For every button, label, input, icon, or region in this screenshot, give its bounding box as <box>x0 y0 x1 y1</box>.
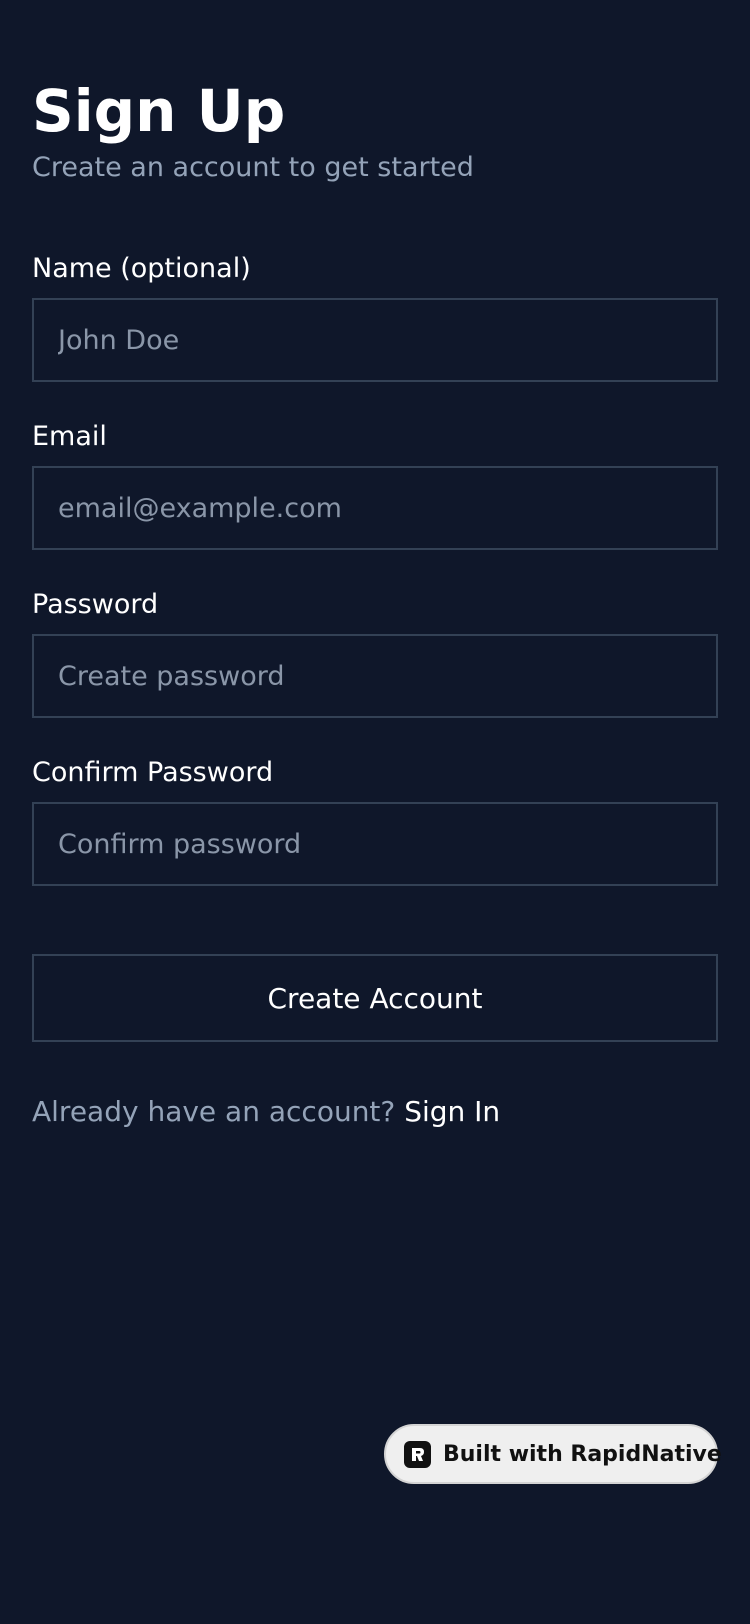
name-input[interactable] <box>32 298 718 382</box>
email-input[interactable] <box>32 466 718 550</box>
sign-in-prompt: Already have an account? <box>32 1095 396 1128</box>
email-label: Email <box>32 421 107 452</box>
create-account-button[interactable]: Create Account <box>32 954 718 1042</box>
sign-in-link[interactable]: Sign In <box>404 1095 500 1128</box>
sign-up-screen: Sign Up Create an account to get started… <box>0 0 750 1624</box>
built-with-badge[interactable]: Built with RapidNative <box>384 1424 722 1484</box>
password-input[interactable] <box>32 634 718 718</box>
confirm-password-input[interactable] <box>32 802 718 886</box>
sign-in-row: Already have an account? Sign In <box>32 1093 500 1131</box>
badge-label: Built with RapidNative <box>443 1441 722 1467</box>
name-label: Name (optional) <box>32 253 251 284</box>
page-title: Sign Up <box>32 77 286 145</box>
page-subtitle: Create an account to get started <box>32 152 474 183</box>
confirm-password-label: Confirm Password <box>32 757 274 788</box>
rapidnative-logo-icon <box>404 1440 431 1468</box>
password-label: Password <box>32 589 159 620</box>
